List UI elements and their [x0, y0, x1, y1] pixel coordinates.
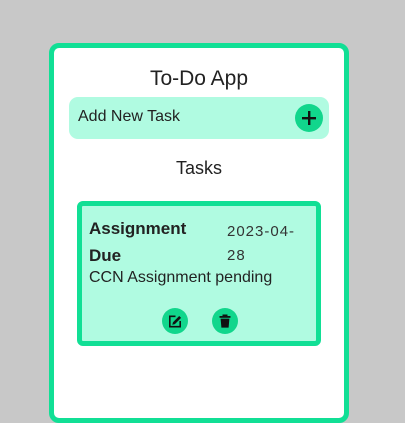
todo-app-panel: To-Do App Add New Task Tasks Assignment … — [49, 43, 349, 423]
task-description: CCN Assignment pending — [89, 269, 273, 286]
trash-icon — [219, 314, 231, 328]
add-task-bar[interactable]: Add New Task — [69, 97, 329, 139]
add-task-button[interactable] — [295, 104, 323, 132]
task-date: 2023-04-28 — [227, 223, 296, 264]
task-title: Assignment Due — [89, 219, 187, 265]
app-title: To-Do App — [149, 67, 249, 90]
edit-icon — [169, 315, 182, 328]
tasks-heading: Tasks — [175, 158, 222, 178]
edit-task-button[interactable] — [162, 308, 188, 334]
add-task-label: Add New Task — [78, 108, 180, 125]
task-card: Assignment Due 2023-04-28 CCN Assignment… — [77, 201, 321, 346]
plus-icon — [302, 111, 316, 125]
delete-task-button[interactable] — [212, 308, 238, 334]
